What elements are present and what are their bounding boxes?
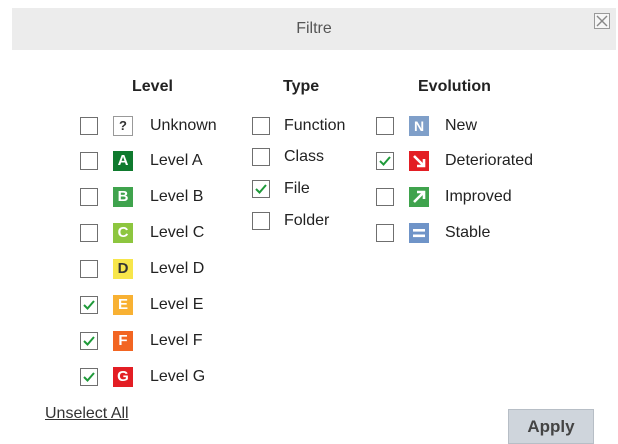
- checkmark-icon: [83, 336, 95, 346]
- checkmark-icon: [379, 156, 391, 166]
- evolution-item-label: New: [445, 117, 478, 134]
- level-f-checkbox[interactable]: [80, 332, 98, 350]
- level-b-checkbox[interactable]: [80, 188, 98, 206]
- evolution-item-label: Improved: [445, 188, 512, 205]
- level-e-checkbox[interactable]: [80, 296, 98, 314]
- close-icon[interactable]: [594, 13, 610, 29]
- level-b-badge-icon: B: [113, 187, 133, 207]
- level-g-checkbox[interactable]: [80, 368, 98, 386]
- level-unknown-checkbox[interactable]: [80, 117, 98, 135]
- level-d-checkbox[interactable]: [80, 260, 98, 278]
- dialog-title: Filtre: [296, 20, 332, 37]
- arrow-down-right-icon: [409, 151, 429, 171]
- filter-dialog: Filtre Level Type Evolution ? Unknown A …: [0, 0, 618, 444]
- level-header: Level: [132, 78, 173, 95]
- type-header: Type: [283, 78, 320, 95]
- level-item-label: Level G: [150, 368, 206, 385]
- level-item-label: Level E: [150, 296, 204, 313]
- stable-icon: [409, 223, 429, 243]
- evolution-header: Evolution: [418, 78, 491, 95]
- level-a-badge-icon: A: [113, 151, 133, 171]
- new-icon: N: [409, 116, 429, 136]
- apply-button[interactable]: Apply: [508, 409, 594, 444]
- level-d-badge-icon: D: [113, 259, 133, 279]
- unknown-badge-icon: ?: [113, 116, 133, 136]
- type-item-label: Folder: [284, 212, 330, 229]
- level-a-checkbox[interactable]: [80, 152, 98, 170]
- evolution-item-label: Deteriorated: [445, 152, 534, 169]
- level-item-label: Level D: [150, 260, 205, 277]
- level-g-badge-icon: G: [113, 367, 133, 387]
- evolution-improved-checkbox[interactable]: [376, 188, 394, 206]
- level-item-label: Unknown: [150, 117, 217, 134]
- evolution-deteriorated-checkbox[interactable]: [376, 152, 394, 170]
- evolution-new-checkbox[interactable]: [376, 117, 394, 135]
- level-item-label: Level B: [150, 188, 204, 205]
- level-item-label: Level C: [150, 224, 205, 241]
- checkmark-icon: [255, 184, 267, 194]
- level-item-label: Level A: [150, 152, 203, 169]
- type-class-checkbox[interactable]: [252, 148, 270, 166]
- checkmark-icon: [83, 300, 95, 310]
- level-e-badge-icon: E: [113, 295, 133, 315]
- arrow-up-right-icon: [409, 187, 429, 207]
- level-c-badge-icon: C: [113, 223, 133, 243]
- type-item-label: File: [284, 180, 310, 197]
- unselect-all-link[interactable]: Unselect All: [45, 405, 129, 423]
- evolution-stable-checkbox[interactable]: [376, 224, 394, 242]
- dialog-titlebar: Filtre: [12, 8, 616, 50]
- type-item-label: Class: [284, 148, 325, 165]
- level-item-label: Level F: [150, 332, 203, 349]
- level-c-checkbox[interactable]: [80, 224, 98, 242]
- type-file-checkbox[interactable]: [252, 180, 270, 198]
- type-folder-checkbox[interactable]: [252, 212, 270, 230]
- type-function-checkbox[interactable]: [252, 117, 270, 135]
- type-item-label: Function: [284, 117, 346, 134]
- level-f-badge-icon: F: [113, 331, 133, 351]
- checkmark-icon: [83, 372, 95, 382]
- evolution-item-label: Stable: [445, 224, 491, 241]
